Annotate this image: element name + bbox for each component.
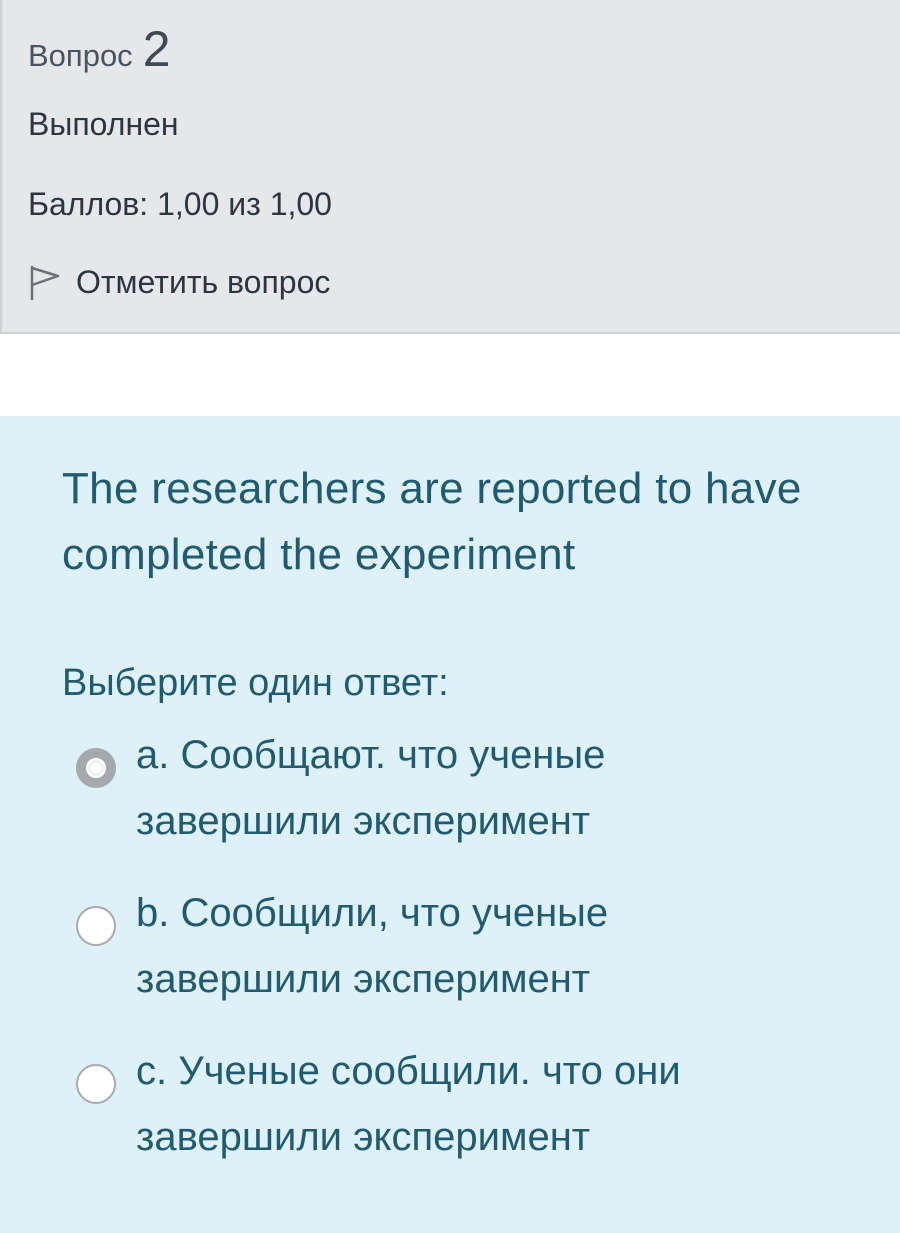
answer-prompt: Выберите один ответ:: [62, 662, 449, 704]
radio-button-b[interactable]: [76, 906, 116, 946]
radio-button-c[interactable]: [76, 1064, 116, 1104]
question-title-prefix: Вопрос: [28, 38, 133, 73]
flag-question-link[interactable]: Отметить вопрос: [28, 264, 330, 301]
answer-option-label[interactable]: c. Ученые сообщили. что они завершили эк…: [136, 1038, 816, 1170]
question-info-panel: Вопрос 2 Выполнен Баллов: 1,00 из 1,00 О…: [0, 0, 900, 334]
answer-option-b[interactable]: b. Сообщили, что ученые завершили экспер…: [76, 891, 836, 1040]
answer-option-label[interactable]: a. Сообщают. что ученые завершили экспер…: [136, 722, 816, 854]
answer-option-a[interactable]: a. Сообщают. что ученые завершили экспер…: [76, 733, 836, 882]
question-grade: Баллов: 1,00 из 1,00: [28, 186, 332, 222]
flag-question-label: Отметить вопрос: [76, 264, 331, 300]
radio-button-a[interactable]: [76, 748, 116, 788]
answer-option-c[interactable]: c. Ученые сообщили. что они завершили эк…: [76, 1049, 836, 1198]
flag-outline-icon: [28, 265, 62, 301]
question-text: The researchers are reported to have com…: [62, 464, 802, 579]
question-title: Вопрос 2: [28, 20, 171, 78]
question-number: 2: [142, 21, 171, 77]
answer-option-label[interactable]: b. Сообщили, что ученые завершили экспер…: [136, 880, 816, 1012]
question-state: Выполнен: [28, 106, 179, 142]
